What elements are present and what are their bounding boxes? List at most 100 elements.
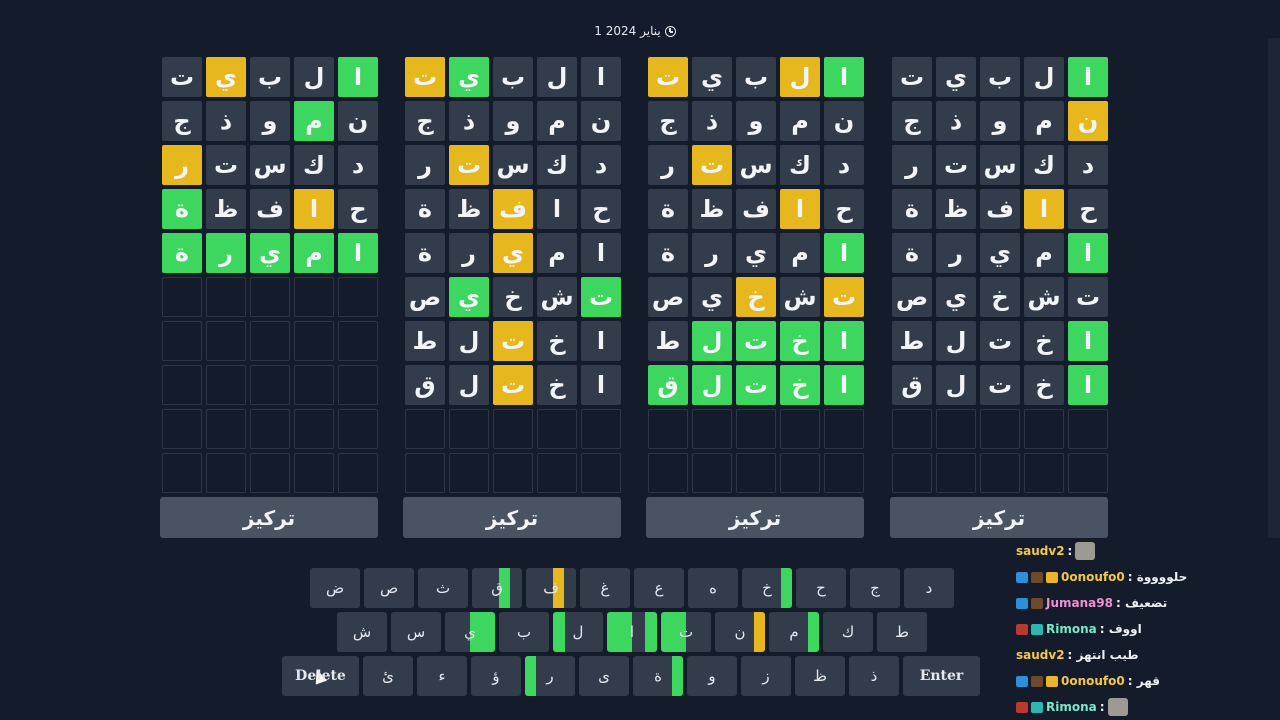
chat-message: 0onoufo0 : حلووووة: [1012, 564, 1280, 590]
letter-tile: ا: [338, 233, 378, 273]
letter-tile: ص: [892, 277, 932, 317]
letter-key[interactable]: ذ: [849, 656, 899, 696]
letter-key[interactable]: ر: [525, 656, 575, 696]
letter-key[interactable]: ك: [823, 612, 873, 652]
letter-key[interactable]: ه: [688, 568, 738, 608]
letter-tile: ن: [338, 101, 378, 141]
letter-tile: م: [1024, 233, 1064, 273]
keyboard-row-2: ط ك م ن ت البيسش: [337, 612, 927, 652]
empty-tile: [493, 409, 533, 449]
letter-key[interactable]: ض: [310, 568, 360, 608]
letter-tile: ا: [294, 189, 334, 229]
letter-key[interactable]: ش: [337, 612, 387, 652]
letter-key[interactable]: م: [769, 612, 819, 652]
letter-tile: ا: [824, 321, 864, 361]
letter-tile: خ: [780, 365, 820, 405]
letter-tile: ي: [936, 277, 976, 317]
board-grid: البيتنموذجدكسترحافظةاميرة: [160, 57, 378, 493]
key-label: ث: [435, 579, 451, 597]
chat-text: : قهر: [1127, 674, 1160, 688]
key-label: Enter: [919, 668, 964, 684]
focus-button[interactable]: تركيز: [403, 497, 621, 538]
letter-tile: ا: [1024, 189, 1064, 229]
letter-tile: ر: [692, 233, 732, 273]
letter-key[interactable]: ن: [715, 612, 765, 652]
empty-tile: [338, 365, 378, 405]
letter-key[interactable]: ط: [877, 612, 927, 652]
empty-tile: [1024, 409, 1064, 449]
letter-key[interactable]: غ: [580, 568, 630, 608]
empty-tile: [648, 453, 688, 493]
key-label: ئ: [382, 667, 394, 685]
letter-key[interactable]: د: [904, 568, 954, 608]
letter-tile: ت: [449, 145, 489, 185]
chat-message: saudv2 :: [1012, 538, 1280, 564]
letter-key[interactable]: ئ: [363, 656, 413, 696]
letter-key[interactable]: ي: [445, 612, 495, 652]
empty-tile: [537, 409, 577, 449]
letter-key[interactable]: ت: [661, 612, 711, 652]
letter-tile: ن: [1068, 101, 1108, 141]
empty-tile: [162, 409, 202, 449]
letter-tile: ف: [493, 189, 533, 229]
letter-key[interactable]: ح: [796, 568, 846, 608]
letter-key[interactable]: ع: [634, 568, 684, 608]
letter-key[interactable]: ف: [526, 568, 576, 608]
key-label: م: [789, 623, 799, 641]
letter-key[interactable]: ص: [364, 568, 414, 608]
letter-key[interactable]: و: [687, 656, 737, 696]
board-grid: البيتنموذجدكسترحافظةاميرةتشخيصاختلطاختلق: [646, 57, 864, 493]
letter-tile: ت: [493, 365, 533, 405]
letter-tile: ا: [780, 189, 820, 229]
chat-overlay: saudv2 : 0onoufo0 : حلووووة Jumana98 : تض…: [1012, 538, 1280, 720]
chat-message: 0onoufo0 : قهر: [1012, 668, 1280, 694]
letter-tile: ق: [648, 365, 688, 405]
letter-key[interactable]: ج: [850, 568, 900, 608]
letter-key[interactable]: ث: [418, 568, 468, 608]
letter-tile: ل: [692, 321, 732, 361]
letter-key[interactable]: ؤ: [471, 656, 521, 696]
empty-tile: [1024, 453, 1064, 493]
letter-tile: ل: [294, 57, 334, 97]
letter-key[interactable]: ة: [633, 656, 683, 696]
letter-key[interactable]: ز: [741, 656, 791, 696]
letter-key[interactable]: س: [391, 612, 441, 652]
key-label: ط: [895, 623, 909, 641]
key-label: ك: [841, 623, 855, 641]
focus-button[interactable]: تركيز: [890, 497, 1108, 538]
letter-tile: و: [736, 101, 776, 141]
letter-tile: ة: [892, 233, 932, 273]
key-label: غ: [600, 579, 610, 597]
focus-button[interactable]: تركيز: [646, 497, 864, 538]
emote-icon: [1107, 698, 1128, 716]
letter-tile: ن: [824, 101, 864, 141]
letter-tile: د: [338, 145, 378, 185]
key-label: ت: [678, 623, 694, 641]
delete-key[interactable]: Delete: [282, 656, 359, 696]
letter-tile: ظ: [206, 189, 246, 229]
letter-key[interactable]: ء: [417, 656, 467, 696]
letter-key[interactable]: خ: [742, 568, 792, 608]
letter-key[interactable]: ب: [499, 612, 549, 652]
badge-icon: [1016, 623, 1028, 635]
enter-key[interactable]: Enter: [903, 656, 980, 696]
letter-key[interactable]: ا: [607, 612, 657, 652]
letter-tile: ا: [581, 365, 621, 405]
letter-tile: ر: [206, 233, 246, 273]
letter-key[interactable]: ق: [472, 568, 522, 608]
chat-username: saudv2: [1016, 648, 1065, 662]
letter-key[interactable]: ل: [553, 612, 603, 652]
empty-tile: [294, 321, 334, 361]
focus-button[interactable]: تركيز: [160, 497, 378, 538]
empty-tile: [294, 277, 334, 317]
letter-key[interactable]: ظ: [795, 656, 845, 696]
empty-tile: [449, 409, 489, 449]
letter-tile: ر: [936, 233, 976, 273]
page-scrollbar[interactable]: [1268, 38, 1280, 538]
badge-icon: [1016, 675, 1028, 687]
letter-tile: م: [294, 101, 334, 141]
letter-tile: ط: [648, 321, 688, 361]
letter-key[interactable]: ى: [579, 656, 629, 696]
letter-tile: ي: [206, 57, 246, 97]
letter-tile: ر: [449, 233, 489, 273]
